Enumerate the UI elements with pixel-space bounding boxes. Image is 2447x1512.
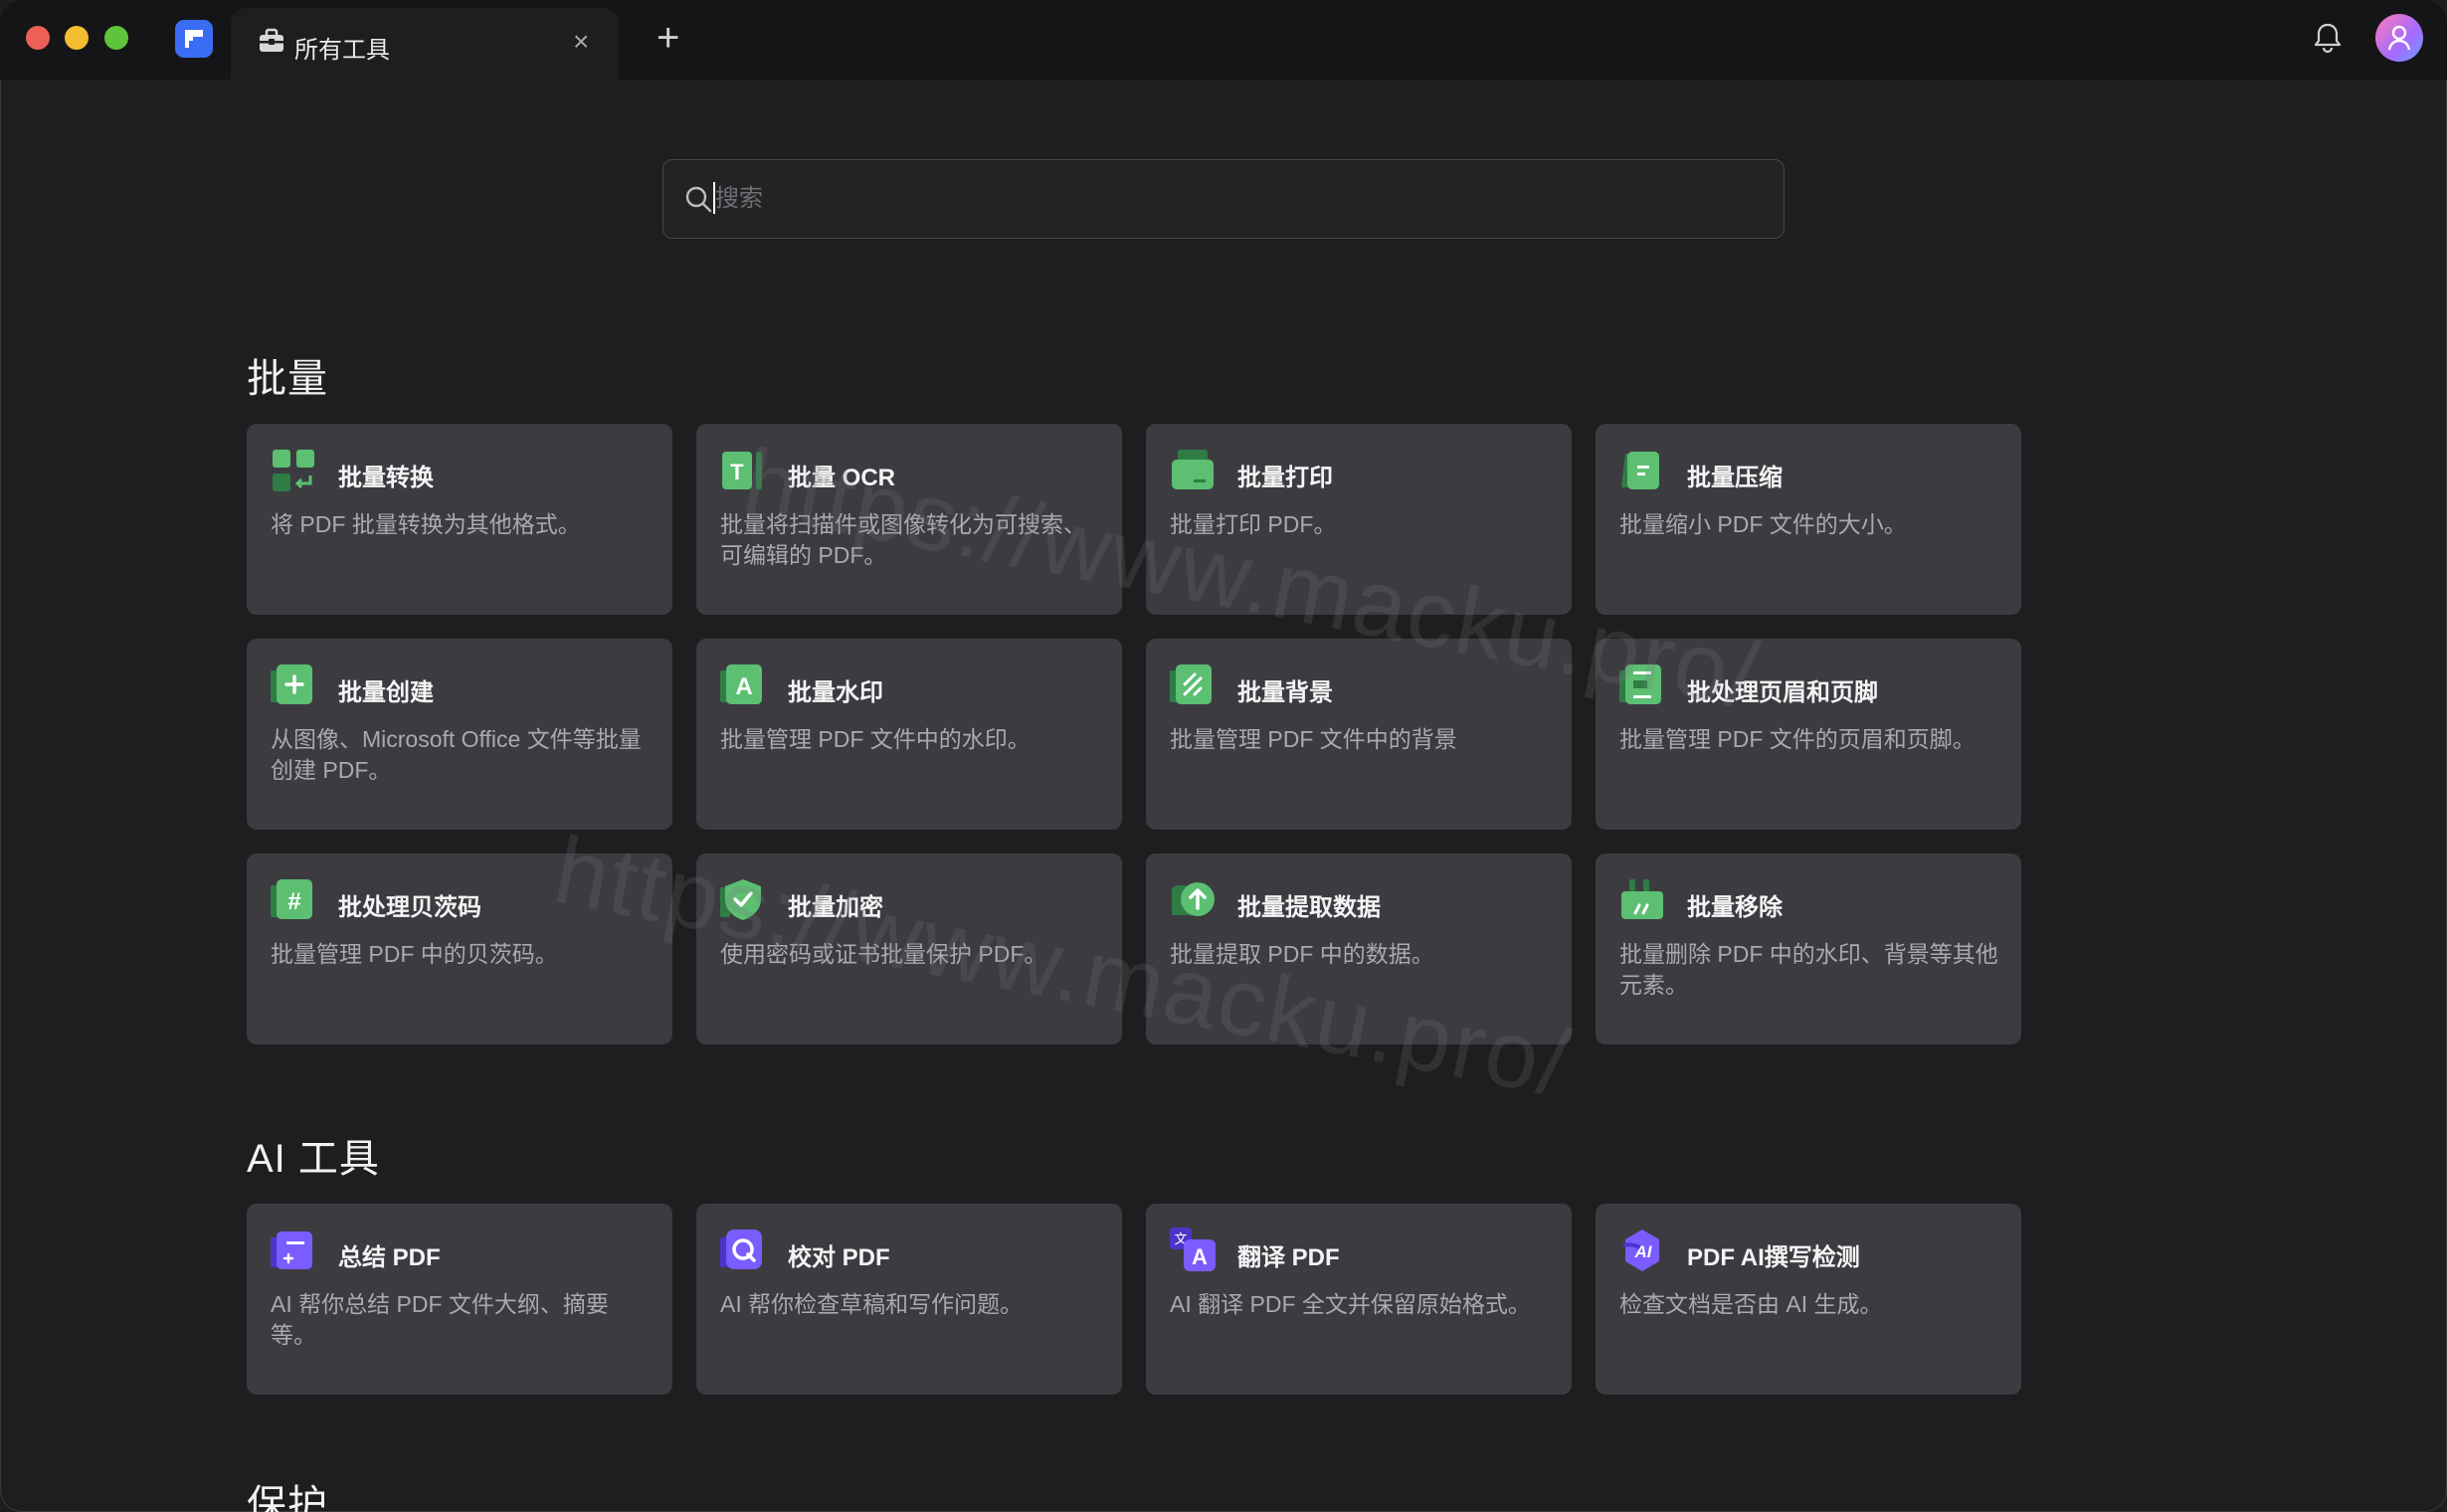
batch-convert-icon bbox=[273, 450, 314, 491]
tool-card-batch-remove[interactable]: 批量移除 批量删除 PDF 中的水印、背景等其他元素。 bbox=[1596, 853, 2021, 1044]
search-box[interactable] bbox=[662, 159, 1785, 239]
tool-description: 批量删除 PDF 中的水印、背景等其他元素。 bbox=[1619, 941, 1998, 998]
tool-card-batch-header-footer[interactable]: 批处理页眉和页脚 批量管理 PDF 文件的页眉和页脚。 bbox=[1596, 639, 2021, 830]
tool-card-summarize-pdf[interactable]: 总结 PDF AI 帮你总结 PDF 文件大纲、摘要等。 bbox=[247, 1204, 672, 1395]
zoom-window-button[interactable] bbox=[104, 26, 128, 50]
tool-description: AI 翻译 PDF 全文并保留原始格式。 bbox=[1170, 1291, 1531, 1317]
tool-description: 批量管理 PDF 文件中的水印。 bbox=[720, 726, 1031, 752]
tab-all-tools[interactable]: 所有工具 × bbox=[231, 8, 619, 80]
svg-text:A: A bbox=[1192, 1244, 1208, 1269]
tab-close-icon[interactable]: × bbox=[573, 28, 589, 56]
app-window: 所有工具 × + 批量 bbox=[0, 0, 2447, 1512]
tool-title: 批量 OCR bbox=[788, 465, 895, 491]
tool-card-batch-extract[interactable]: 批量提取数据 批量提取 PDF 中的数据。 bbox=[1146, 853, 1572, 1044]
svg-text:AI: AI bbox=[1634, 1242, 1653, 1261]
tab-label: 所有工具 bbox=[294, 37, 390, 64]
batch-compress-icon bbox=[1621, 452, 1659, 489]
batch-header-footer-icon bbox=[1619, 664, 1661, 704]
tool-title: 批量背景 bbox=[1237, 679, 1333, 706]
translate-icon: 文 A bbox=[1170, 1228, 1216, 1271]
tool-card-translate-pdf[interactable]: 文 A 翻译 PDF AI 翻译 PDF 全文并保留原始格式。 bbox=[1146, 1204, 1572, 1395]
minimize-window-button[interactable] bbox=[65, 26, 89, 50]
batch-background-icon bbox=[1170, 664, 1212, 704]
tool-title: 校对 PDF bbox=[788, 1244, 890, 1271]
batch-tools-grid: 批量转换 将 PDF 批量转换为其他格式。 T 批量 OCR 批量将扫描件或图像… bbox=[247, 424, 2021, 1044]
tool-description: 批量管理 PDF 中的贝茨码。 bbox=[271, 941, 558, 967]
tool-description: 批量将扫描件或图像转化为可搜索、可编辑的 PDF。 bbox=[720, 511, 1086, 568]
tool-card-batch-print[interactable]: 批量打印 批量打印 PDF。 bbox=[1146, 424, 1572, 615]
notification-bell-icon[interactable] bbox=[2310, 20, 2346, 61]
batch-bates-icon: # bbox=[271, 879, 312, 919]
tool-title: 批处理贝茨码 bbox=[338, 894, 481, 921]
tool-title: 批量打印 bbox=[1237, 465, 1333, 491]
tool-card-batch-convert[interactable]: 批量转换 将 PDF 批量转换为其他格式。 bbox=[247, 424, 672, 615]
svg-text:#: # bbox=[287, 888, 300, 915]
section-title-batch: 批量 bbox=[247, 357, 328, 401]
tool-description: 批量提取 PDF 中的数据。 bbox=[1170, 941, 1434, 967]
batch-print-icon bbox=[1172, 450, 1214, 489]
tool-description: 使用密码或证书批量保护 PDF。 bbox=[720, 941, 1047, 967]
summarize-icon bbox=[271, 1231, 312, 1269]
tool-title: 批量转换 bbox=[338, 465, 434, 491]
search-icon bbox=[683, 184, 713, 219]
user-avatar[interactable] bbox=[2375, 14, 2423, 62]
tool-title: 批处理页眉和页脚 bbox=[1687, 679, 1878, 706]
tool-card-batch-bates[interactable]: # 批处理贝茨码 批量管理 PDF 中的贝茨码。 bbox=[247, 853, 672, 1044]
tool-card-batch-compress[interactable]: 批量压缩 批量缩小 PDF 文件的大小。 bbox=[1596, 424, 2021, 615]
batch-extract-icon bbox=[1172, 882, 1215, 916]
section-title-ai-tools: AI 工具 bbox=[247, 1137, 380, 1181]
tool-title: 批量压缩 bbox=[1687, 465, 1783, 491]
title-bar: 所有工具 × + bbox=[0, 0, 2447, 80]
tool-title: PDF AI撰写检测 bbox=[1687, 1244, 1860, 1271]
tool-title: 批量移除 bbox=[1687, 894, 1783, 921]
tool-card-batch-watermark[interactable]: A 批量水印 批量管理 PDF 文件中的水印。 bbox=[696, 639, 1122, 830]
tool-description: 将 PDF 批量转换为其他格式。 bbox=[271, 511, 581, 537]
tool-description: AI 帮你检查草稿和写作问题。 bbox=[720, 1291, 1024, 1317]
tool-title: 翻译 PDF bbox=[1237, 1244, 1340, 1271]
tool-title: 批量加密 bbox=[788, 894, 883, 921]
svg-text:T: T bbox=[730, 460, 744, 484]
tool-title: 批量水印 bbox=[788, 679, 883, 706]
section-title-protect: 保护 bbox=[247, 1483, 328, 1512]
toolbox-icon bbox=[257, 26, 286, 61]
new-tab-button[interactable]: + bbox=[657, 18, 679, 58]
batch-remove-icon bbox=[1621, 879, 1663, 919]
tool-title: 总结 PDF bbox=[338, 1244, 441, 1271]
app-logo-icon[interactable] bbox=[175, 20, 213, 58]
ai-detect-icon: AI bbox=[1622, 1229, 1659, 1271]
ai-tools-grid: 总结 PDF AI 帮你总结 PDF 文件大纲、摘要等。 校对 PDF AI 帮… bbox=[247, 1204, 2021, 1395]
tool-title: 批量提取数据 bbox=[1237, 894, 1381, 921]
search-input[interactable] bbox=[713, 178, 1752, 220]
tool-card-batch-encrypt[interactable]: 批量加密 使用密码或证书批量保护 PDF。 bbox=[696, 853, 1122, 1044]
tool-card-batch-ocr[interactable]: T 批量 OCR 批量将扫描件或图像转化为可搜索、可编辑的 PDF。 bbox=[696, 424, 1122, 615]
tool-description: 批量管理 PDF 文件中的背景 bbox=[1170, 726, 1457, 752]
tool-description: 从图像、Microsoft Office 文件等批量创建 PDF。 bbox=[271, 726, 642, 783]
tool-card-batch-background[interactable]: 批量背景 批量管理 PDF 文件中的背景 bbox=[1146, 639, 1572, 830]
tool-description: AI 帮你总结 PDF 文件大纲、摘要等。 bbox=[271, 1291, 609, 1348]
tool-description: 批量打印 PDF。 bbox=[1170, 511, 1337, 537]
batch-create-icon bbox=[271, 664, 312, 704]
tool-card-batch-create[interactable]: 批量创建 从图像、Microsoft Office 文件等批量创建 PDF。 bbox=[247, 639, 672, 830]
svg-text:A: A bbox=[735, 673, 752, 700]
tool-description: 批量缩小 PDF 文件的大小。 bbox=[1619, 511, 1907, 537]
close-window-button[interactable] bbox=[26, 26, 50, 50]
tool-description: 批量管理 PDF 文件的页眉和页脚。 bbox=[1619, 726, 1976, 752]
tool-title: 批量创建 bbox=[338, 679, 434, 706]
batch-ocr-icon: T bbox=[722, 452, 762, 489]
tool-card-ai-detect[interactable]: AI PDF AI撰写检测 检查文档是否由 AI 生成。 bbox=[1596, 1204, 2021, 1395]
batch-watermark-icon: A bbox=[720, 664, 762, 704]
batch-encrypt-icon bbox=[720, 879, 761, 920]
tool-description: 检查文档是否由 AI 生成。 bbox=[1619, 1291, 1883, 1317]
proofread-icon bbox=[720, 1229, 762, 1269]
text-caret bbox=[713, 182, 715, 214]
tool-card-proofread-pdf[interactable]: 校对 PDF AI 帮你检查草稿和写作问题。 bbox=[696, 1204, 1122, 1395]
